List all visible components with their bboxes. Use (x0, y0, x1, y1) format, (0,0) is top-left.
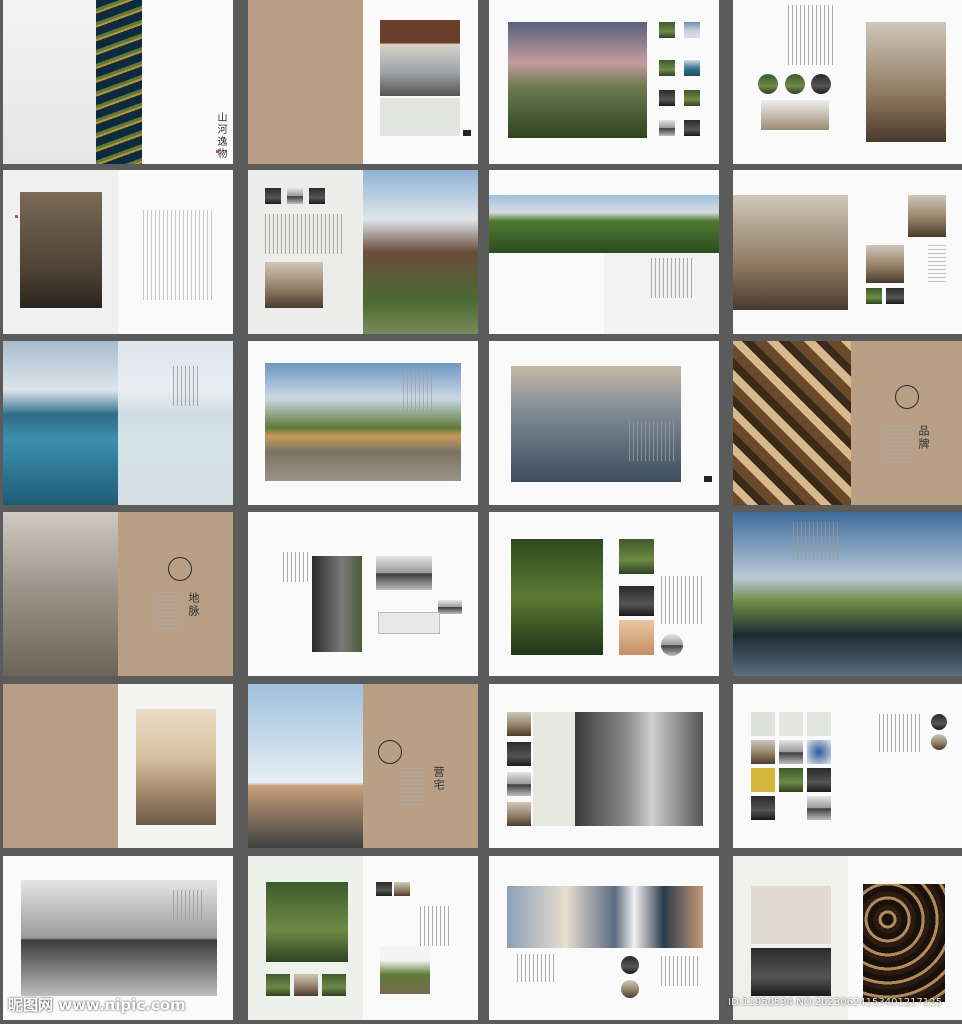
photo-villa-gate (363, 170, 478, 334)
photo-round-window (265, 262, 323, 308)
seal-logo-icon (378, 740, 402, 764)
photo-courtyard-pool (380, 20, 460, 96)
page-marker-icon (463, 130, 471, 136)
photo-wood-lattice (733, 341, 851, 505)
dimai-title: 地脉 (187, 592, 200, 618)
brand-title: 品牌 (917, 425, 930, 451)
spread-17 (3, 684, 233, 848)
painting-landscape (136, 709, 216, 825)
spread-7 (489, 170, 719, 334)
spread-15 (489, 512, 719, 676)
spread-2 (248, 0, 478, 164)
photo-facade (312, 556, 362, 652)
yingzhai-title: 营宅 (432, 766, 445, 792)
photo-terrace-fields (96, 0, 142, 164)
photo-dragonfly (511, 539, 603, 655)
spread-4 (733, 0, 962, 164)
photo-walking-figure (575, 712, 703, 826)
photo-city-park (489, 195, 719, 253)
photo-ink-tools (751, 948, 831, 996)
photo-living-room (733, 195, 848, 310)
spread-18: 营宅 (248, 684, 478, 848)
photo-bird-wall (20, 192, 102, 308)
spread-11 (489, 341, 719, 505)
spread-8 (733, 170, 962, 334)
spread-16 (733, 512, 962, 676)
photo-wood-rings (863, 884, 945, 1002)
seal-logo-icon (168, 557, 192, 581)
photo-misty-mountains (3, 512, 118, 676)
watermark-id: ID:11950534 NO:20230624153401217125 (728, 997, 942, 1008)
seal-logo-icon (216, 150, 219, 153)
photo-lotus-pond (266, 882, 348, 962)
photo-reflecting-pool (733, 512, 962, 676)
photo-people-students (507, 886, 703, 948)
watermark-site: 昵图网 www.nipic.com (8, 996, 186, 1014)
spread-5 (3, 170, 233, 334)
spread-14 (248, 512, 478, 676)
seal-logo-icon (895, 385, 919, 409)
spread-19 (489, 684, 719, 848)
photo-forest-dusk (508, 22, 647, 138)
spread-20 (733, 684, 962, 848)
photo-tea-room (866, 22, 946, 142)
spread-13: 地脉 (3, 512, 233, 676)
spread-10 (248, 341, 478, 505)
photo-trees-mountain-wall (248, 684, 363, 848)
spread-6 (248, 170, 478, 334)
spread-9 (3, 341, 233, 505)
spread-1: 山河逸物 (3, 0, 233, 164)
spread-12: 品牌 (733, 341, 962, 505)
spread-3 (489, 0, 719, 164)
